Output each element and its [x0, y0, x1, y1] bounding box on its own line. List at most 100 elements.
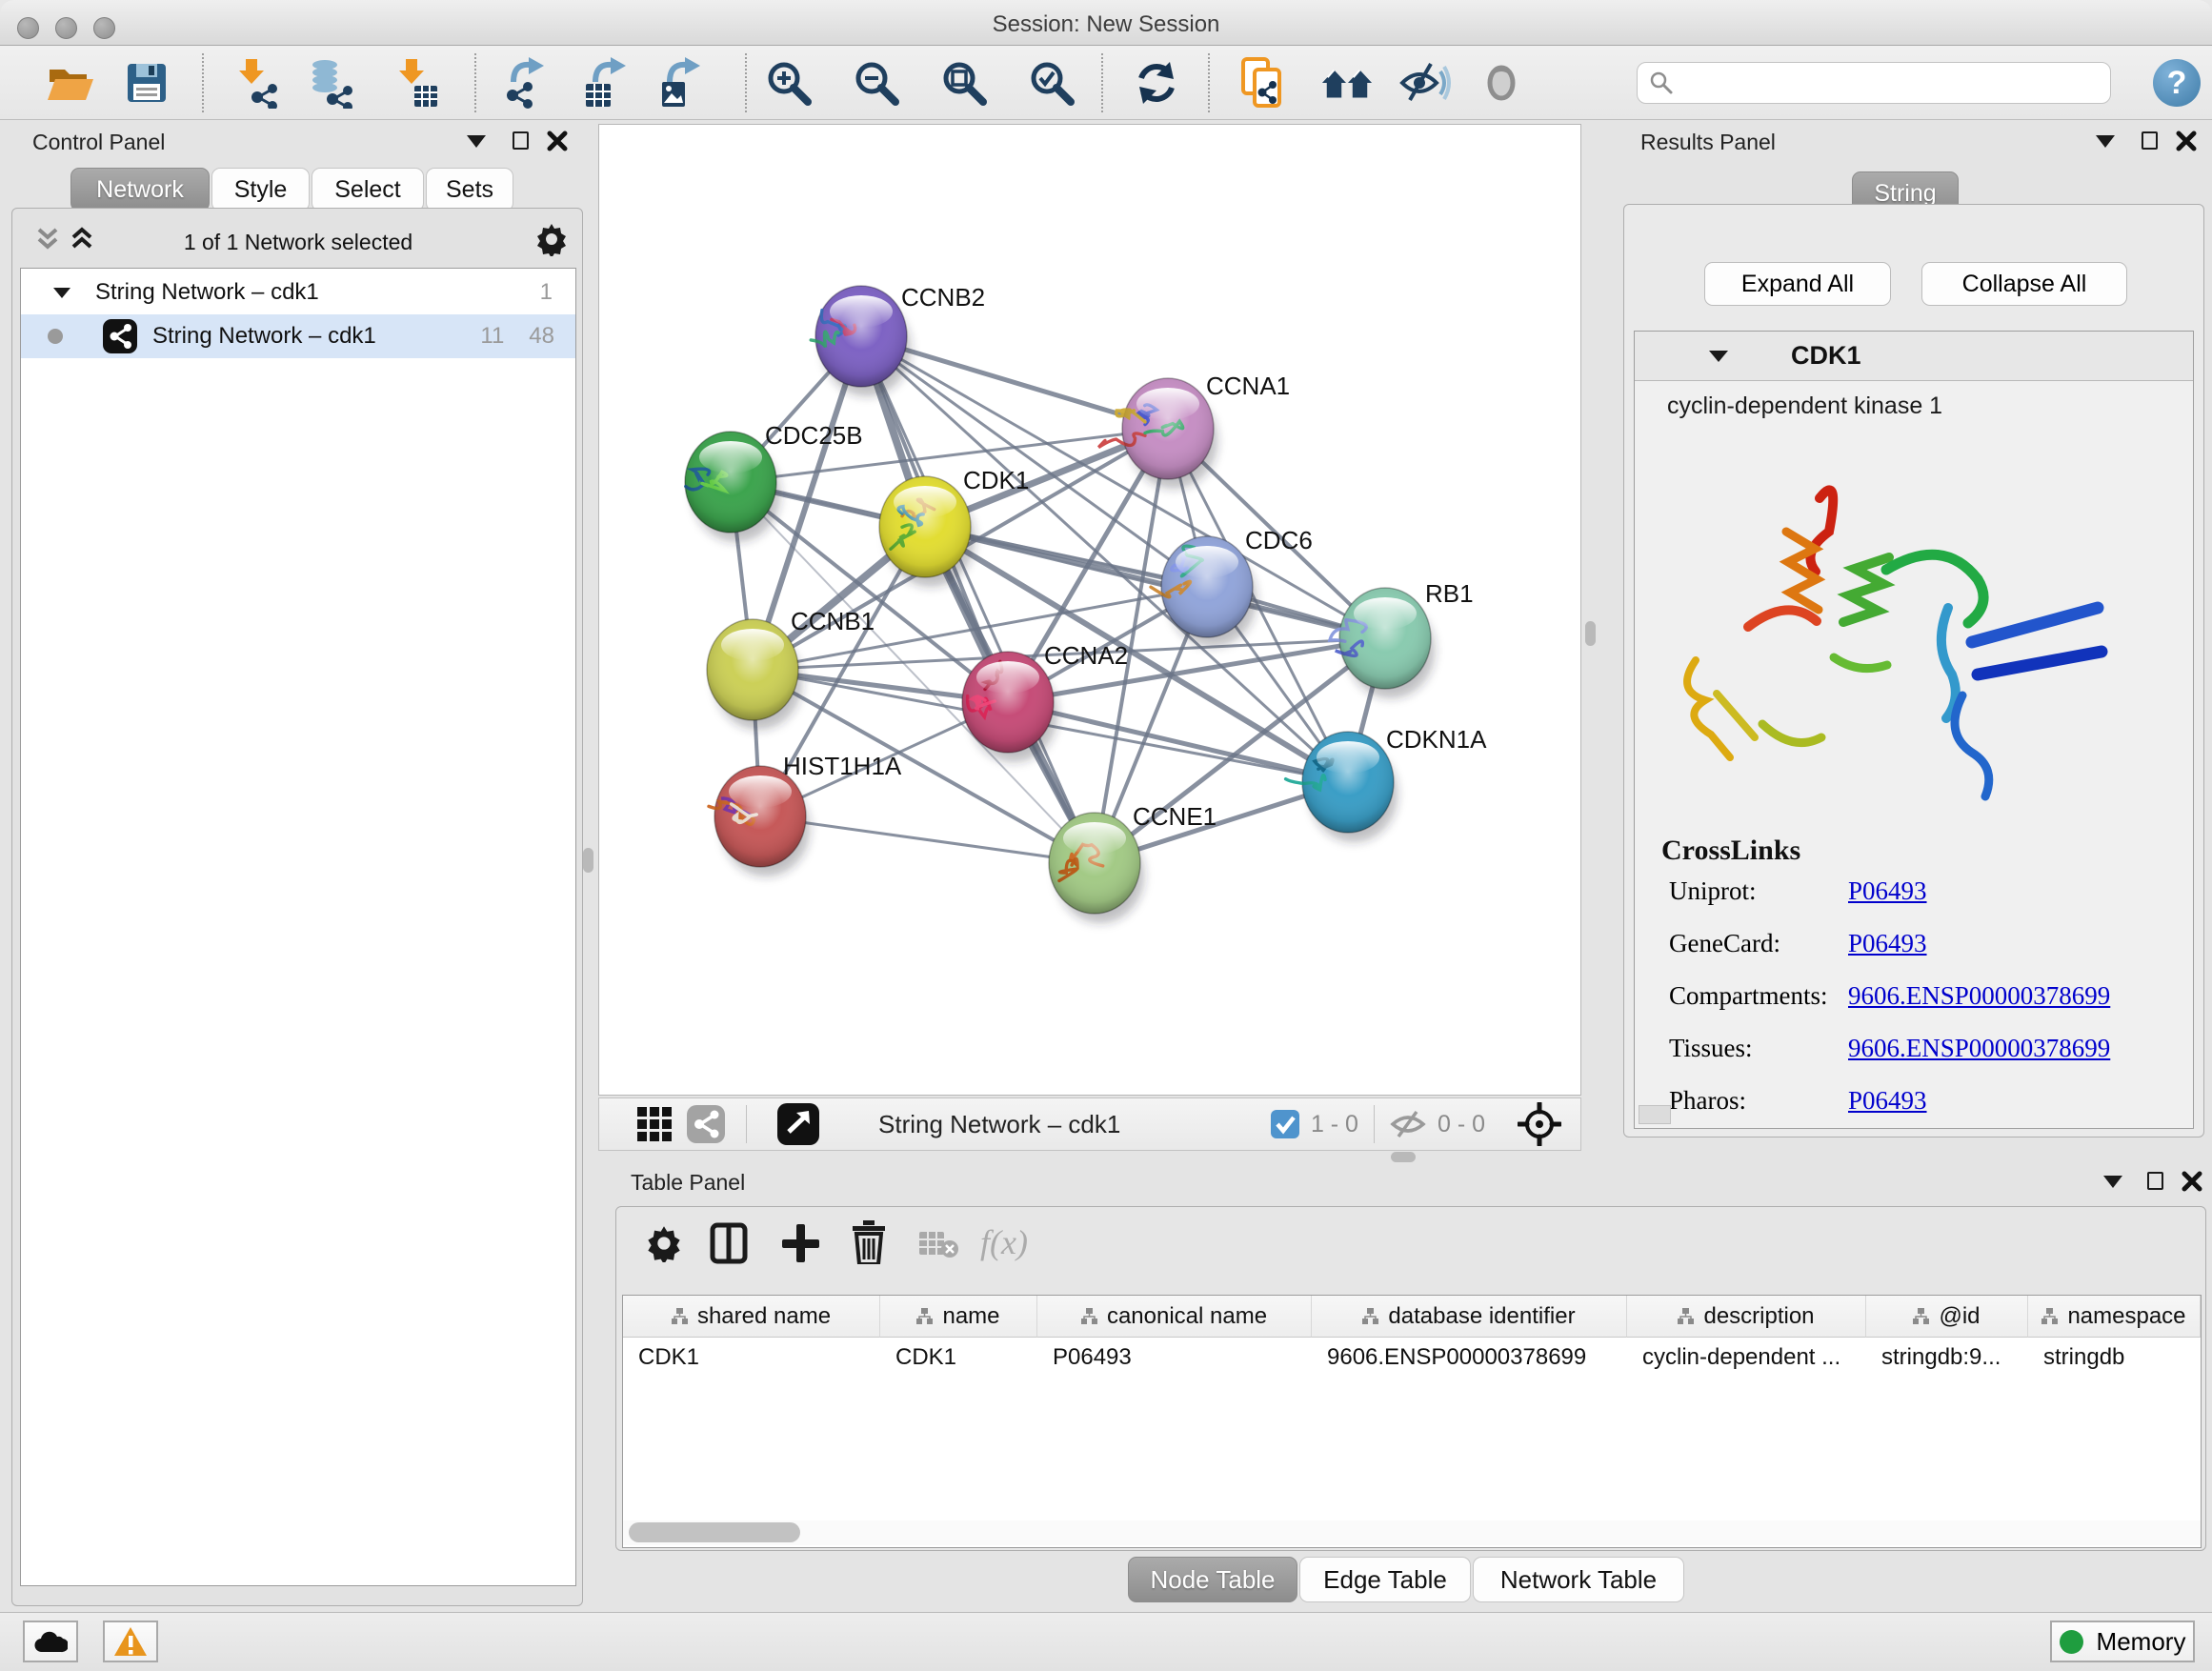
column-header-database-identifier[interactable]: database identifier — [1312, 1296, 1627, 1338]
node-CCNA1[interactable] — [1098, 378, 1217, 489]
column-header--id[interactable]: @id — [1866, 1296, 2028, 1338]
column-header-shared-name[interactable]: shared name — [623, 1296, 880, 1338]
panel-close-icon[interactable] — [547, 131, 568, 151]
show-all-eye-icon[interactable] — [1475, 56, 1528, 110]
zoom-in-icon[interactable] — [762, 56, 815, 110]
network-collection-label: String Network – cdk1 — [95, 279, 319, 306]
tab-select[interactable]: Select — [312, 168, 424, 211]
crosslink-value[interactable]: P06493 — [1848, 929, 1927, 958]
node-CCNB2[interactable] — [811, 286, 911, 396]
open-file-icon[interactable] — [44, 56, 97, 110]
selected-checkbox-icon[interactable] — [1271, 1110, 1299, 1138]
table-cell[interactable]: stringdb — [2028, 1338, 2201, 1378]
import-network-file-icon[interactable] — [229, 56, 282, 110]
expand-all-button[interactable]: Expand All — [1704, 262, 1891, 306]
right-splitter-handle[interactable] — [1585, 621, 1596, 646]
table-row[interactable]: CDK1CDK1P064939606.ENSP00000378699cyclin… — [623, 1338, 2201, 1378]
node-CCNE1[interactable] — [1049, 813, 1144, 923]
hidden-eye-icon[interactable] — [1390, 1108, 1426, 1140]
network-row-selected[interactable]: String Network – cdk1 11 48 — [21, 314, 575, 358]
panel-float-icon[interactable] — [2147, 1172, 2163, 1190]
export-image-icon[interactable] — [654, 56, 707, 110]
import-network-database-icon[interactable] — [303, 56, 356, 110]
tab-network[interactable]: Network — [70, 168, 210, 211]
search-input[interactable] — [1683, 70, 2099, 96]
collapse-all-button[interactable]: Collapse All — [1921, 262, 2127, 306]
column-header-name[interactable]: name — [880, 1296, 1037, 1338]
crosslink-value[interactable]: 9606.ENSP00000378699 — [1848, 981, 2110, 1011]
table-cell[interactable]: P06493 — [1037, 1338, 1312, 1378]
panel-menu-icon[interactable] — [2096, 135, 2115, 148]
column-header-canonical-name[interactable]: canonical name — [1037, 1296, 1312, 1338]
results-scrollbar-corner[interactable] — [1639, 1105, 1671, 1124]
crosslink-value[interactable]: 9606.ENSP00000378699 — [1848, 1034, 2110, 1063]
search-box[interactable] — [1637, 62, 2111, 104]
network-view-badge-icon[interactable] — [687, 1105, 725, 1143]
tree-expand-icon[interactable] — [53, 288, 70, 298]
network-graph[interactable]: CCNB2CCNA1CDC25BCDK1CDC6RB1CCNB1CCNA2CDK… — [599, 125, 1580, 1095]
export-table-icon[interactable] — [579, 56, 633, 110]
table-cell[interactable]: CDK1 — [623, 1338, 880, 1378]
tab-edge-table[interactable]: Edge Table — [1299, 1557, 1471, 1602]
save-session-icon[interactable] — [120, 56, 173, 110]
table-cell[interactable]: 9606.ENSP00000378699 — [1312, 1338, 1627, 1378]
table-hscrollbar-track[interactable] — [623, 1520, 2201, 1545]
birdseye-view-icon[interactable] — [777, 1103, 819, 1145]
memory-button[interactable]: Memory — [2050, 1621, 2195, 1662]
table-cell[interactable]: CDK1 — [880, 1338, 1037, 1378]
help-icon[interactable]: ? — [2153, 59, 2201, 107]
protein-structure-image — [1658, 455, 2172, 817]
node-result-header[interactable]: CDK1 — [1635, 332, 2193, 381]
table-hscrollbar-thumb[interactable] — [629, 1522, 800, 1542]
hide-selected-eye-icon[interactable] — [1398, 56, 1452, 110]
tab-style[interactable]: Style — [211, 168, 310, 211]
edge-CCNB2-CCNE1[interactable] — [861, 336, 1095, 863]
network-options-gear-icon[interactable] — [534, 222, 569, 256]
crosslink-value[interactable]: P06493 — [1848, 876, 1927, 906]
panel-float-icon[interactable] — [2142, 131, 2158, 150]
edge-HIST1H1A-CCNE1[interactable] — [760, 816, 1095, 863]
tab-sets[interactable]: Sets — [426, 168, 513, 211]
left-splitter-handle[interactable] — [583, 848, 593, 873]
panel-menu-icon[interactable] — [467, 135, 486, 148]
node-CDC6[interactable] — [1151, 536, 1257, 647]
column-header-description[interactable]: description — [1627, 1296, 1866, 1338]
panel-close-icon[interactable] — [2176, 131, 2197, 151]
crosslink-value[interactable]: P06493 — [1848, 1086, 1927, 1116]
fit-content-crosshair-icon[interactable] — [1518, 1102, 1561, 1146]
zoom-selected-icon[interactable] — [1025, 56, 1078, 110]
table-cell[interactable]: cyclin-dependent ... — [1627, 1338, 1866, 1378]
show-columns-icon[interactable] — [710, 1222, 748, 1264]
edge-CCNA2-CDKN1A[interactable] — [1008, 702, 1348, 782]
zoom-fit-icon[interactable] — [937, 56, 991, 110]
node-HIST1H1A[interactable] — [709, 766, 810, 876]
create-column-plus-icon[interactable] — [780, 1222, 820, 1264]
edge-CDK1-RB1[interactable] — [925, 527, 1385, 638]
network-canvas[interactable]: CCNB2CCNA1CDC25BCDK1CDC6RB1CCNB1CCNA2CDK… — [598, 124, 1581, 1096]
panel-float-icon[interactable] — [513, 131, 529, 150]
node-CDKN1A[interactable] — [1286, 732, 1398, 842]
tab-node-table[interactable]: Node Table — [1128, 1557, 1297, 1602]
collapse-entry-icon[interactable] — [1709, 351, 1728, 362]
first-neighbors-icon[interactable] — [1320, 56, 1374, 110]
panel-close-icon[interactable] — [2182, 1171, 2202, 1192]
tab-network-table[interactable]: Network Table — [1473, 1557, 1684, 1602]
apply-layout-icon[interactable] — [1130, 56, 1183, 110]
table-cell[interactable]: stringdb:9... — [1866, 1338, 2028, 1378]
grid-view-icon[interactable] — [635, 1105, 674, 1143]
delete-column-trash-icon[interactable] — [851, 1220, 887, 1264]
import-table-file-icon[interactable] — [389, 56, 442, 110]
network-collection-row[interactable]: String Network – cdk1 1 — [21, 271, 575, 314]
node-RB1[interactable] — [1330, 588, 1435, 698]
column-header-namespace[interactable]: namespace — [2028, 1296, 2201, 1338]
zoom-out-icon[interactable] — [850, 56, 903, 110]
export-network-icon[interactable] — [499, 56, 553, 110]
node-CDK1[interactable] — [879, 476, 975, 587]
clone-network-icon[interactable] — [1238, 56, 1292, 110]
panel-menu-icon[interactable] — [2103, 1176, 2122, 1188]
table-settings-gear-icon[interactable] — [645, 1224, 683, 1262]
node-CCNA2[interactable] — [962, 652, 1057, 762]
cloud-status-button[interactable] — [23, 1621, 78, 1662]
node-table-grid[interactable]: shared namenamecanonical namedatabase id… — [622, 1295, 2202, 1548]
warning-status-button[interactable] — [103, 1621, 158, 1662]
